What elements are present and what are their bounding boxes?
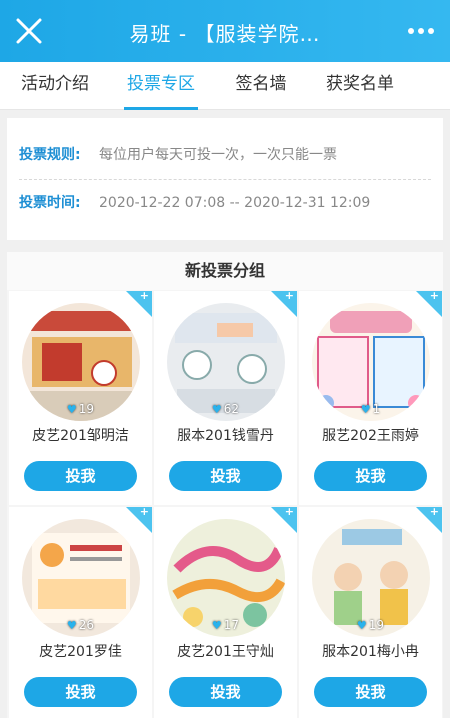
candidate-name: 服本201梅小冉 [322, 644, 419, 660]
tab-voting[interactable]: 投票专区 [124, 62, 198, 110]
time-label: 投票时间: [19, 195, 81, 211]
vote-count: ♥ 19 [356, 618, 385, 632]
candidate-card[interactable]: + ♥ 19 服本201梅小冉 投我 [299, 507, 442, 718]
vote-count: ♥ 1 [360, 402, 381, 416]
heart-icon: ♥ [360, 403, 371, 416]
heart-icon: ♥ [66, 403, 77, 416]
time-value: 2020-12-22 07:08 -- 2020-12-31 12:09 [99, 195, 371, 211]
tab-signature-wall[interactable]: 签名墙 [228, 62, 294, 110]
vote-count: ♥ 62 [211, 402, 240, 416]
tab-winners[interactable]: 获奖名单 [320, 62, 400, 110]
vote-rules-panel: 投票规则: 每位用户每天可投一次，一次只能一票 投票时间: 2020-12-22 0… [7, 118, 443, 240]
candidate-card[interactable]: + ♥ 17 皮艺201王守灿 投我 [154, 507, 297, 718]
vote-group: 新投票分组 + ♥ 19 皮艺201邹明洁 投我 + ♥ 62 服本201钱雪丹 投… [7, 252, 443, 718]
rule-value: 每位用户每天可投一次，一次只能一票 [99, 147, 337, 163]
plus-icon: + [284, 291, 294, 302]
vote-count: ♥ 26 [66, 618, 95, 632]
group-title: 新投票分组 [7, 252, 443, 290]
close-icon[interactable] [12, 14, 46, 48]
vote-count: ♥ 19 [66, 402, 95, 416]
time-row: 投票时间: 2020-12-22 07:08 -- 2020-12-31 12:0… [19, 178, 431, 228]
plus-icon: + [139, 291, 149, 302]
vote-button[interactable]: 投我 [314, 677, 427, 707]
candidate-name: 服本201钱雪丹 [177, 428, 274, 444]
candidate-card[interactable]: + ♥ 19 皮艺201邹明洁 投我 [9, 291, 152, 505]
rule-label: 投票规则: [19, 147, 81, 163]
plus-icon: + [284, 507, 294, 518]
plus-icon: + [139, 507, 149, 518]
heart-icon: ♥ [211, 403, 222, 416]
candidate-name: 皮艺201罗佳 [39, 644, 122, 660]
candidate-name: 皮艺201邹明洁 [32, 428, 129, 444]
candidate-name: 服艺202王雨婷 [322, 428, 419, 444]
page-title: 易班 - 【服装学院… [129, 22, 321, 46]
vote-button[interactable]: 投我 [24, 461, 137, 491]
candidate-card[interactable]: + ♥ 26 皮艺201罗佳 投我 [9, 507, 152, 718]
vote-button[interactable]: 投我 [169, 461, 282, 491]
tab-intro[interactable]: 活动介绍 [12, 62, 98, 110]
vote-button[interactable]: 投我 [314, 461, 427, 491]
top-bar: 易班 - 【服装学院… [0, 0, 450, 62]
heart-icon: ♥ [66, 619, 77, 632]
candidate-name: 皮艺201王守灿 [177, 644, 274, 660]
heart-icon: ♥ [211, 619, 222, 632]
vote-count: ♥ 17 [211, 618, 240, 632]
candidate-card[interactable]: + ♥ 62 服本201钱雪丹 投我 [154, 291, 297, 505]
plus-icon: + [429, 291, 439, 302]
tab-bar: 活动介绍 投票专区 签名墙 获奖名单 [0, 62, 450, 110]
more-icon[interactable] [404, 18, 438, 44]
heart-icon: ♥ [356, 619, 367, 632]
vote-button[interactable]: 投我 [169, 677, 282, 707]
candidate-card[interactable]: + ♥ 1 服艺202王雨婷 投我 [299, 291, 442, 505]
plus-icon: + [429, 507, 439, 518]
rule-row: 投票规则: 每位用户每天可投一次，一次只能一票 [19, 130, 431, 180]
vote-button[interactable]: 投我 [24, 677, 137, 707]
